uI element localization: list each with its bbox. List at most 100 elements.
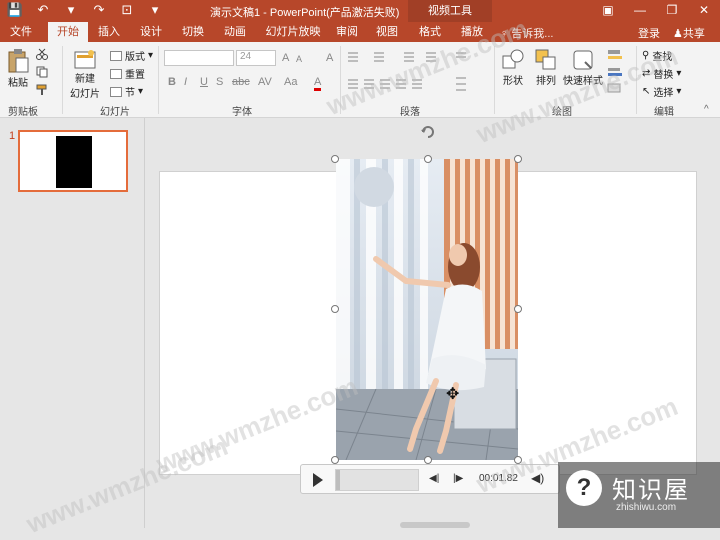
divider (636, 46, 637, 114)
cut-icon[interactable] (36, 48, 48, 60)
restore-button[interactable]: ❐ (656, 0, 688, 20)
resize-handle-right[interactable] (514, 305, 522, 313)
resize-handle-bottom-left[interactable] (331, 456, 339, 464)
tab-home[interactable]: 开始 (48, 22, 88, 42)
quick-access-toolbar: 💾 ↶ ▾ ↷ ⊡ ▾ (6, 2, 164, 18)
customize-qat-icon[interactable]: ▾ (146, 2, 164, 18)
horizontal-scrollbar[interactable] (400, 522, 470, 528)
divider (62, 46, 63, 114)
paragraph-controls[interactable] (346, 50, 496, 96)
grow-font-icon[interactable]: A (282, 52, 289, 64)
redo-icon[interactable]: ↷ (90, 2, 108, 18)
layout-button[interactable]: 版式 ▾ (110, 48, 153, 63)
section-button[interactable]: 节 ▾ (110, 84, 143, 99)
tab-playback[interactable]: 播放 (456, 22, 488, 42)
tab-format[interactable]: 格式 (414, 22, 446, 42)
paragraph-group-label: 段落 (400, 107, 420, 118)
share-button[interactable]: ♟共享 (673, 25, 705, 41)
change-case-button[interactable]: Aa (284, 76, 297, 88)
tab-file[interactable]: 文件 (4, 22, 38, 42)
playback-time: 00:01.82 (479, 473, 518, 484)
close-button[interactable]: ✕ (688, 0, 720, 20)
find-button[interactable]: ⚲ 查找 (642, 48, 672, 63)
paste-button[interactable]: 粘贴 (4, 48, 32, 89)
slide-number: 1 (9, 130, 16, 142)
bold-button[interactable]: B (168, 76, 176, 88)
divider (340, 46, 341, 114)
tab-view[interactable]: 视图 (370, 22, 404, 42)
tab-slideshow[interactable]: 幻灯片放映 (262, 22, 324, 42)
resize-handle-bottom-right[interactable] (514, 456, 522, 464)
replace-button[interactable]: ⇄ 替换 ▾ (642, 66, 681, 81)
clear-formatting-icon[interactable]: A (326, 52, 333, 64)
start-slideshow-icon[interactable]: ⊡ (118, 2, 136, 18)
undo-dropdown-icon[interactable]: ▾ (62, 2, 80, 18)
volume-icon[interactable]: ◀) (531, 471, 544, 485)
shape-fill-outline-effects[interactable] (606, 48, 626, 96)
strikethrough-button[interactable]: abc (232, 76, 250, 88)
arrange-label: 排列 (536, 76, 556, 87)
arrange-button[interactable]: 排列 (532, 48, 560, 87)
save-icon[interactable]: 💾 (6, 2, 24, 18)
tab-design[interactable]: 设计 (134, 22, 168, 42)
collapse-ribbon-icon[interactable]: ^ (704, 104, 709, 115)
undo-icon[interactable]: ↶ (34, 2, 52, 18)
tab-insert[interactable]: 插入 (92, 22, 126, 42)
minimize-button[interactable]: — (624, 0, 656, 20)
underline-button[interactable]: U (200, 76, 208, 88)
reset-label: 重置 (125, 70, 145, 81)
tab-transitions[interactable]: 切换 (176, 22, 210, 42)
character-spacing-button[interactable]: AV (258, 76, 272, 88)
seek-bar[interactable] (335, 469, 419, 491)
reset-button[interactable]: 重置 (110, 66, 145, 81)
select-button[interactable]: ↖ 选择 ▾ (642, 84, 681, 99)
tab-review[interactable]: 审阅 (330, 22, 364, 42)
new-slide-label: 新建 (75, 74, 95, 85)
quick-styles-icon (573, 50, 593, 70)
tell-me-search[interactable]: ♀ 告诉我... (500, 25, 553, 41)
shrink-font-icon[interactable]: A (296, 54, 302, 64)
play-button[interactable] (313, 473, 323, 487)
search-icon: ⚲ (642, 50, 650, 61)
font-size-box[interactable]: 24 (236, 50, 276, 66)
text-shadow-button[interactable]: S (216, 76, 223, 88)
person-icon: ♟ (673, 28, 683, 40)
new-slide-label-2: 幻灯片 (70, 89, 100, 100)
sign-in-link[interactable]: 登录 (638, 25, 660, 41)
ribbon-display-options-icon[interactable]: ▣ (592, 0, 624, 20)
font-color-button[interactable]: A (314, 76, 322, 91)
slide-thumbnail-pane: 1 (0, 118, 145, 528)
video-still-image (336, 159, 518, 460)
layout-label: 版式 (125, 52, 145, 63)
question-icon: ? (566, 470, 602, 506)
new-slide-button[interactable]: 新建 幻灯片 (68, 48, 102, 100)
tab-animations[interactable]: 动画 (218, 22, 252, 42)
font-name-box[interactable] (164, 50, 234, 66)
window-controls: ▣ — ❐ ✕ (592, 0, 720, 20)
resize-handle-top-left[interactable] (331, 155, 339, 163)
resize-handle-top-right[interactable] (514, 155, 522, 163)
cursor-icon: ↖ (642, 86, 651, 97)
new-slide-icon (74, 50, 96, 69)
skip-forward-icon[interactable]: |▶ (453, 473, 463, 484)
reset-icon (110, 68, 122, 79)
skip-back-icon[interactable]: ◀| (429, 473, 439, 484)
resize-handle-left[interactable] (331, 305, 339, 313)
rotate-handle-icon[interactable] (419, 123, 437, 141)
video-frame[interactable] (336, 159, 518, 460)
ribbon-tabs: 文件 开始 插入 设计 切换 动画 幻灯片放映 审阅 视图 格式 播放 ♀ 告诉… (0, 22, 720, 42)
move-cursor-icon: ✥ (446, 386, 460, 403)
lightbulb-icon: ♀ (500, 28, 509, 40)
replace-icon: ⇄ (642, 68, 651, 79)
shapes-button[interactable]: 形状 (498, 48, 528, 87)
replace-label: 替换 (653, 70, 674, 81)
resize-handle-bottom[interactable] (424, 456, 432, 464)
shapes-label: 形状 (503, 76, 523, 87)
slide-thumbnail[interactable] (18, 130, 128, 192)
copy-icon[interactable] (36, 66, 48, 78)
format-painter-icon[interactable] (36, 84, 48, 96)
resize-handle-top[interactable] (424, 155, 432, 163)
quick-styles-button[interactable]: 快速样式 (562, 48, 604, 87)
slides-group-label: 幻灯片 (100, 107, 130, 118)
italic-button[interactable]: I (184, 76, 187, 88)
